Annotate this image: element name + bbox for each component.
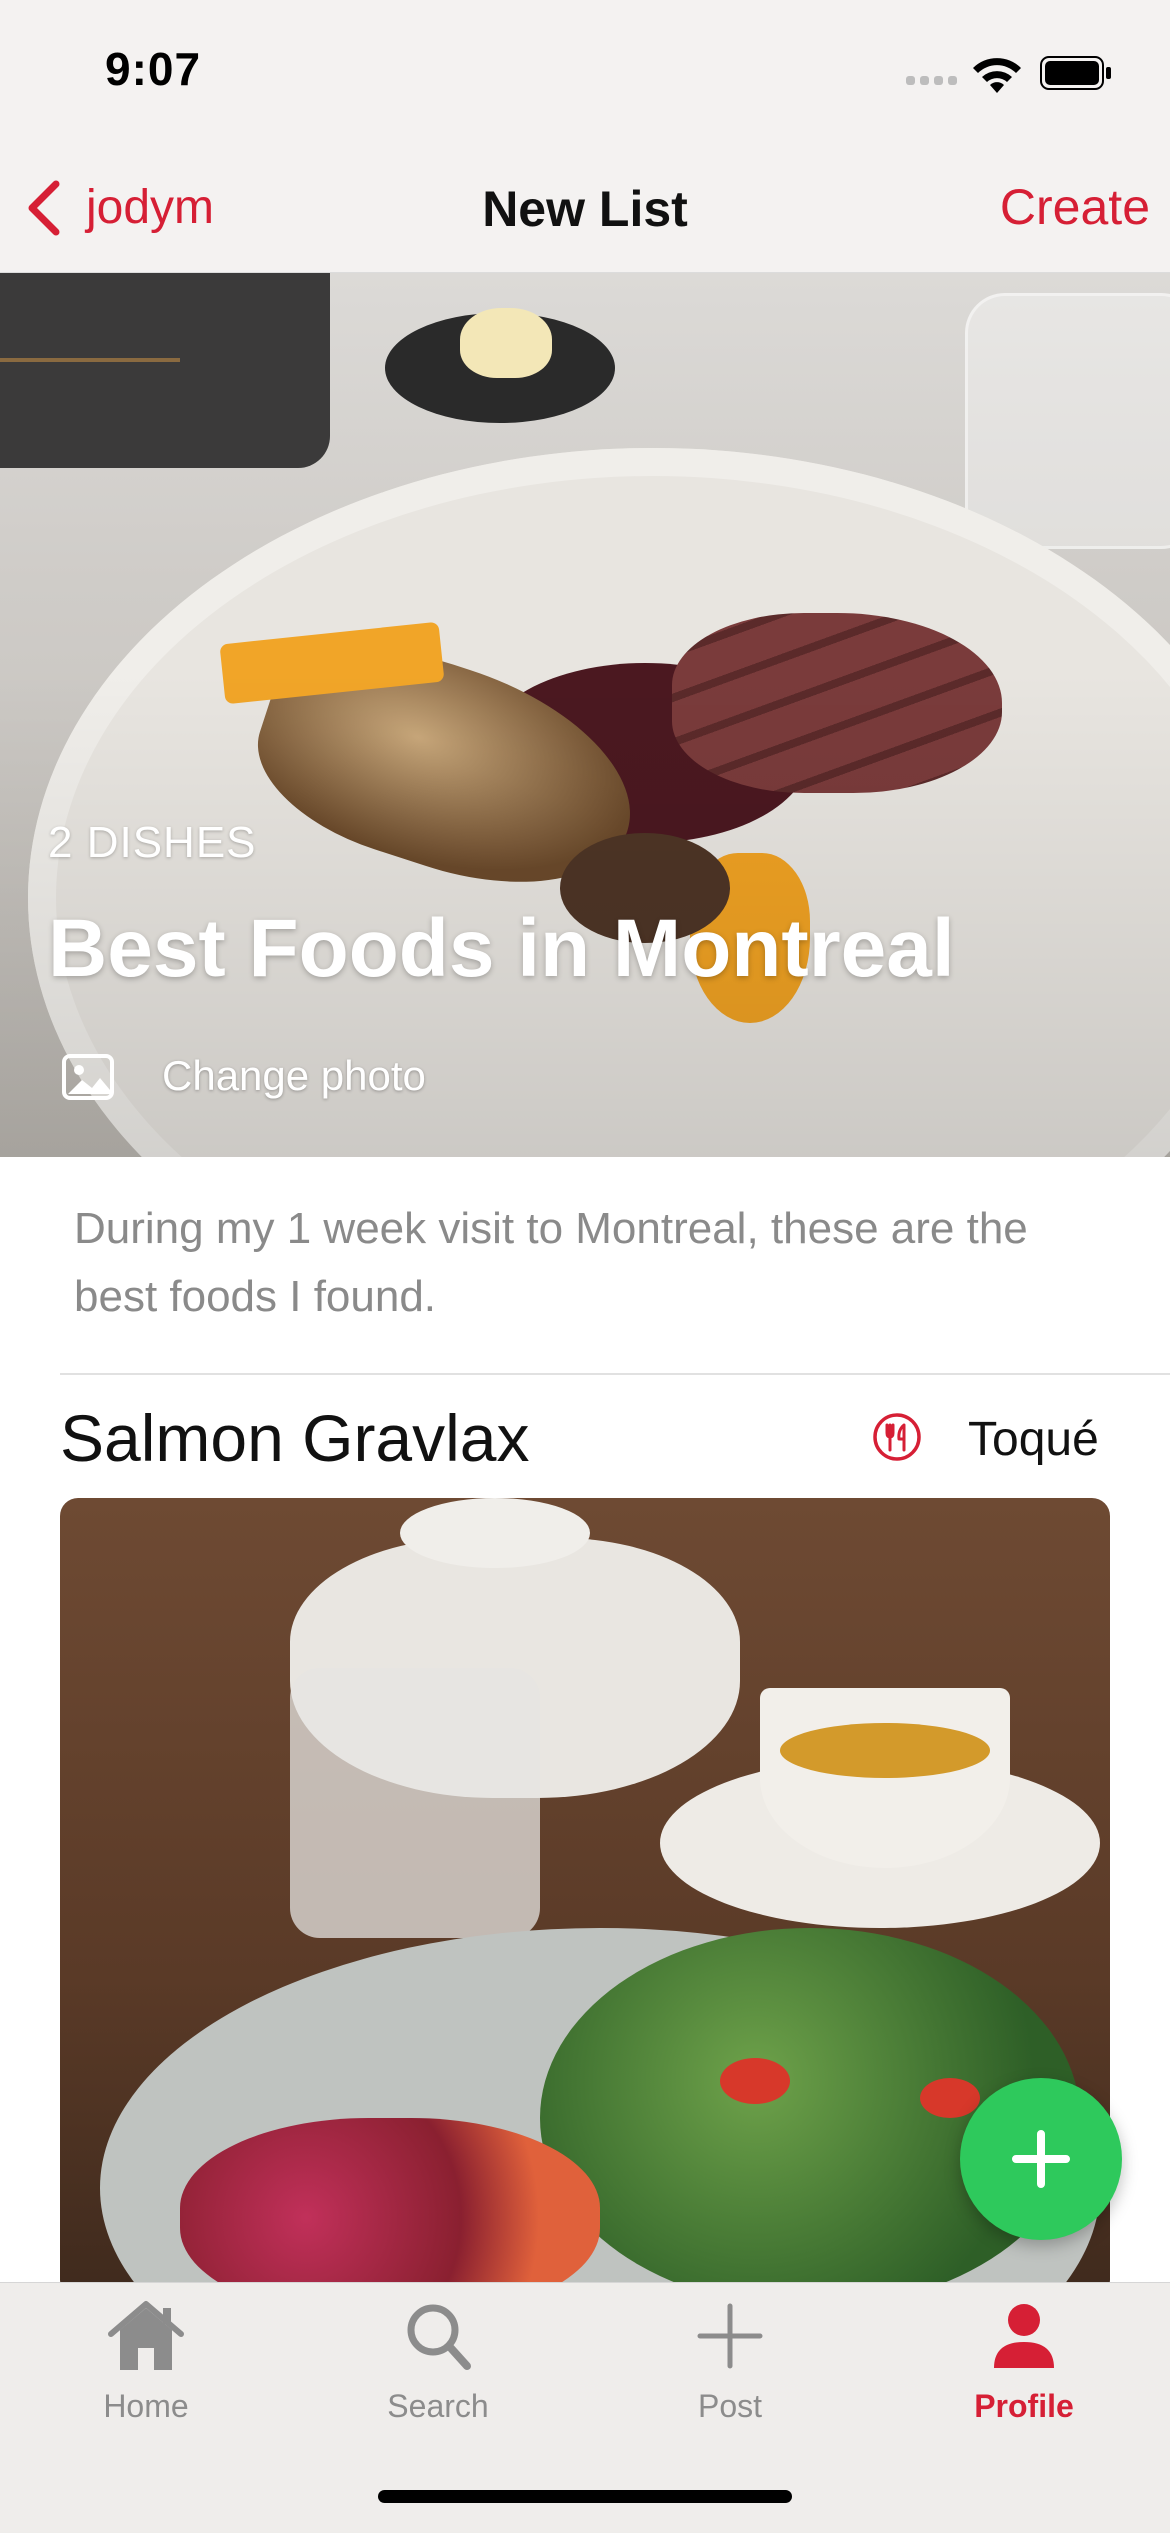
chevron-left-icon[interactable] [24, 178, 64, 238]
change-photo-button[interactable]: Change photo [162, 1052, 426, 1100]
tab-label: Profile [974, 2388, 1074, 2424]
dish-name[interactable]: Salmon Gravlax [60, 1400, 530, 1476]
tomato [920, 2078, 980, 2118]
back-button[interactable]: jodym [86, 180, 214, 235]
home-indicator[interactable] [378, 2490, 792, 2503]
create-button[interactable]: Create [930, 178, 1150, 236]
cellular-signal-icon [906, 72, 962, 86]
list-title[interactable]: Best Foods in Montreal [48, 902, 955, 996]
restaurant-name[interactable]: Toqué [968, 1412, 1099, 1467]
person-icon [994, 2304, 1054, 2368]
drinking-glass [290, 1668, 540, 1938]
tea [780, 1723, 990, 1778]
page-title: New List [482, 181, 688, 237]
tab-post[interactable]: Post [630, 2296, 830, 2446]
wifi-icon [973, 58, 1021, 93]
battery-icon [1040, 56, 1111, 90]
home-icon [108, 2301, 184, 2370]
teapot-lid [400, 1498, 590, 1568]
list-description[interactable]: During my 1 week visit to Montreal, thes… [74, 1195, 1084, 1331]
tea-cup [760, 1688, 1010, 1868]
restaurant-icon [873, 1413, 921, 1461]
status-time: 9:07 [105, 43, 202, 95]
tab-label: Home [103, 2388, 189, 2424]
divider [60, 1373, 1170, 1375]
tab-search[interactable]: Search [338, 2296, 538, 2446]
tab-home[interactable]: Home [46, 2296, 246, 2446]
tab-profile[interactable]: Profile [924, 2296, 1124, 2446]
tab-label: Search [387, 2388, 489, 2424]
image-icon[interactable] [62, 1054, 114, 1100]
tomato [720, 2058, 790, 2104]
tab-label: Post [697, 2388, 763, 2424]
beets-and-salmon [180, 2118, 600, 2298]
plus-icon[interactable] [1008, 2126, 1074, 2192]
cover-overlay [0, 273, 1170, 1157]
search-icon [407, 2304, 471, 2370]
dish-count: 2 DISHES [48, 818, 257, 867]
plus-icon [697, 2303, 763, 2369]
dish-photo[interactable] [60, 1498, 1110, 2298]
